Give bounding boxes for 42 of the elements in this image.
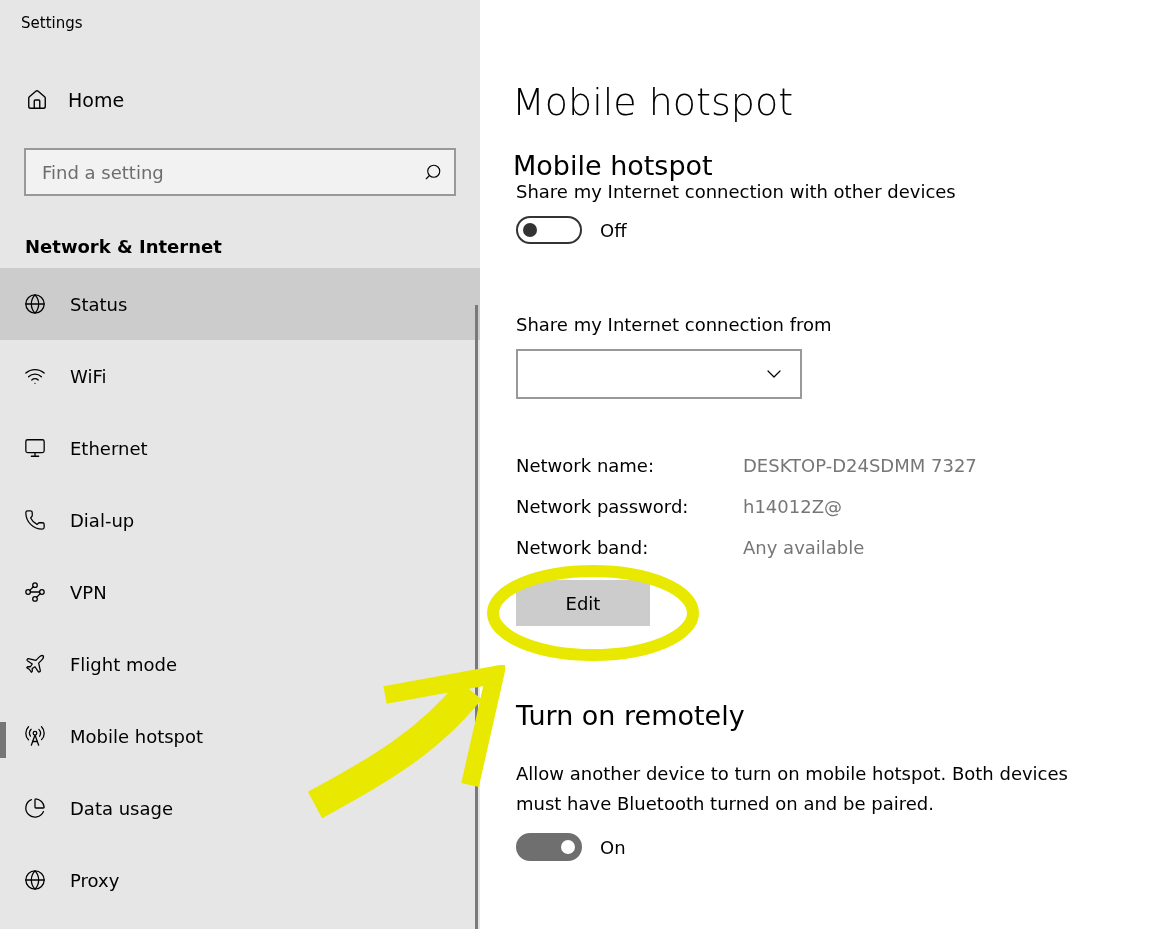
- toggle-switch[interactable]: [516, 833, 582, 861]
- property-name: Network password:: [516, 496, 690, 517]
- connection-dropdown[interactable]: [516, 349, 802, 399]
- section-title: Turn on remotely: [516, 700, 746, 731]
- toggle-switch[interactable]: [516, 216, 582, 244]
- scrollbar[interactable]: [475, 305, 478, 929]
- property-name: Network name:: [516, 455, 655, 476]
- search-icon: [424, 163, 442, 181]
- search-field[interactable]: Find a setting: [24, 148, 456, 196]
- globe-icon: [24, 869, 46, 891]
- sidebar-item[interactable]: WiFi: [0, 340, 123, 412]
- sidebar-item[interactable]: Proxy: [0, 844, 136, 916]
- page-title: Mobile hotspot: [512, 80, 795, 124]
- section-title: Mobile hotspot: [513, 150, 714, 181]
- property-value: DESKTOP-D24SDMM 7327: [743, 455, 978, 476]
- sidebar-item[interactable]: Flight mode: [0, 628, 193, 700]
- antenna-icon: [24, 725, 46, 747]
- toggle-label: On: [600, 836, 626, 858]
- edit-button[interactable]: Edit: [516, 580, 650, 626]
- monitor-icon: [24, 437, 46, 459]
- home-link[interactable]: Home: [0, 74, 480, 126]
- property-value: h14012Z@: [743, 496, 843, 517]
- section-heading: Network & Internet: [24, 234, 223, 259]
- property-name: Network band:: [516, 537, 650, 558]
- window-title: Settings: [20, 13, 84, 34]
- pie-chart-icon: [24, 797, 46, 819]
- plane-icon: [24, 653, 46, 675]
- setting-label: Share my Internet connection from: [516, 314, 833, 335]
- sidebar-item[interactable]: Status: [0, 268, 480, 340]
- toggle-label: Off: [600, 219, 627, 241]
- sidebar-item[interactable]: Data usage: [0, 772, 190, 844]
- property-value: Any available: [743, 537, 866, 558]
- sidebar-item[interactable]: Ethernet: [0, 412, 164, 484]
- globe-icon: [24, 293, 46, 315]
- sidebar-item[interactable]: Dial-up: [0, 484, 151, 556]
- sidebar-item[interactable]: VPN: [0, 556, 123, 628]
- setting-label: Share my Internet connection with other devices: [516, 181, 957, 202]
- home-icon: [26, 89, 48, 111]
- setting-description: Allow another device to turn on mobile hotspot. Both devices must have Bluetooth turned on and be paired.: [516, 762, 1069, 816]
- sidebar-item[interactable]: Mobile hotspot: [0, 700, 220, 772]
- phone-icon: [24, 509, 46, 531]
- network-icon: [24, 581, 46, 603]
